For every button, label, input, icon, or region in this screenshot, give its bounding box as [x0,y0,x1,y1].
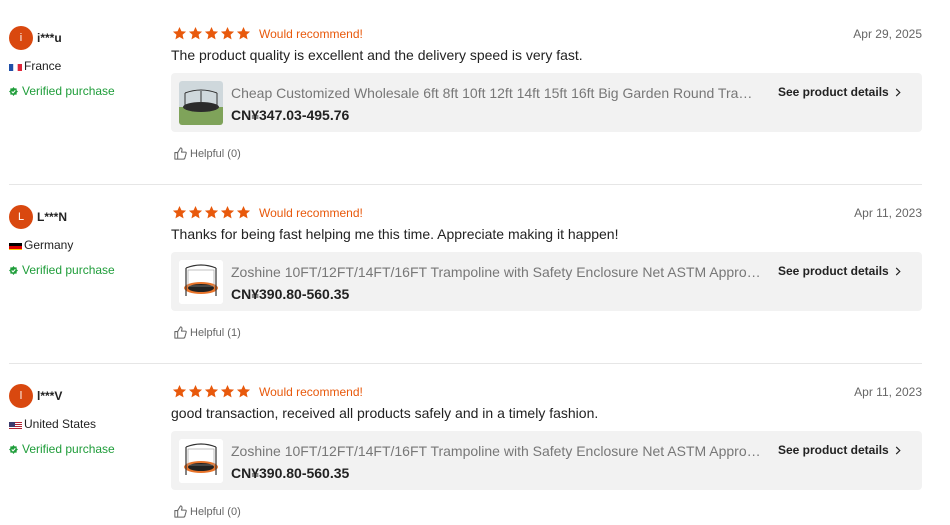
chevron-right-icon [895,87,901,97]
reviewer-name: L***N [37,210,68,224]
product-card[interactable]: Cheap Customized Wholesale 6ft 8ft 10ft … [171,73,922,132]
germany-flag-icon [9,241,22,250]
product-title[interactable]: Zoshine 10FT/12FT/14FT/16FT Trampoline w… [231,443,763,459]
see-product-details-button[interactable]: See product details [778,443,902,457]
review-text: Thanks for being fast helping me this ti… [171,226,619,242]
review-date: Apr 29, 2025 [853,27,922,41]
star-icon [204,384,219,398]
recommend-label: Would recommend! [259,27,363,41]
star-icon [188,205,203,219]
review-item: L L***N Germany Verified purchase Would … [0,184,950,363]
star-icon [188,384,203,398]
helpful-label: Helpful (0) [190,505,241,518]
country-label: France [24,59,62,73]
thumbs-up-icon [174,326,187,339]
see-details-label: See product details [778,443,889,457]
recommend-label: Would recommend! [259,206,363,220]
reviewer-country: Germany [9,238,73,252]
review-text: good transaction, received all products … [171,405,599,421]
avatar: l [9,384,33,408]
usa-flag-icon [9,420,22,429]
recommend-label: Would recommend! [259,385,363,399]
verified-label: Verified purchase [22,442,115,456]
reviewer-name: l***V [37,389,63,403]
product-thumbnail[interactable] [179,439,223,483]
verified-purchase: Verified purchase [9,442,115,456]
product-price: CN¥390.80-560.35 [231,286,350,302]
see-product-details-button[interactable]: See product details [778,264,902,278]
star-rating [172,26,252,41]
review-item: l l***V United States Verified purchase … [0,363,950,525]
avatar-letter: l [19,390,23,402]
star-icon [220,205,235,219]
verified-label: Verified purchase [22,84,115,98]
helpful-label: Helpful (1) [190,326,241,339]
thumbs-up-icon [174,505,187,518]
star-icon [204,205,219,219]
reviewer-country: France [9,59,61,73]
product-price: CN¥347.03-495.76 [231,107,350,123]
avatar-letter: i [19,32,23,44]
reviewer-country: United States [9,417,96,431]
review-date: Apr 11, 2023 [854,385,922,399]
verified-purchase: Verified purchase [9,263,115,277]
product-thumbnail[interactable] [179,81,223,125]
france-flag-icon [9,62,22,71]
verified-badge-icon [9,86,18,96]
star-icon [204,26,219,40]
star-icon [236,384,251,398]
see-details-label: See product details [778,264,889,278]
product-card[interactable]: Zoshine 10FT/12FT/14FT/16FT Trampoline w… [171,252,922,311]
helpful-button[interactable]: Helpful (0) [173,504,241,519]
product-title[interactable]: Cheap Customized Wholesale 6ft 8ft 10ft … [231,85,763,101]
star-icon [236,26,251,40]
chevron-right-icon [895,266,901,276]
chevron-right-icon [895,445,901,455]
product-card[interactable]: Zoshine 10FT/12FT/14FT/16FT Trampoline w… [171,431,922,490]
verified-badge-icon [9,265,18,275]
reviewer-name: i***u [37,31,62,45]
avatar: i [9,26,33,50]
star-icon [172,205,187,219]
helpful-button[interactable]: Helpful (1) [173,325,241,340]
star-icon [172,384,187,398]
avatar-letter: L [17,211,25,223]
helpful-button[interactable]: Helpful (0) [173,146,241,161]
star-icon [188,26,203,40]
product-thumbnail[interactable] [179,260,223,304]
star-icon [220,384,235,398]
verified-purchase: Verified purchase [9,84,115,98]
helpful-label: Helpful (0) [190,147,241,160]
see-details-label: See product details [778,85,889,99]
review-text: The product quality is excellent and the… [171,47,583,63]
star-rating [172,384,252,399]
thumbs-up-icon [174,147,187,160]
verified-label: Verified purchase [22,263,115,277]
avatar: L [9,205,33,229]
star-icon [236,205,251,219]
review-item: i i***u France Verified purchase Would r… [0,5,950,184]
star-icon [220,26,235,40]
product-title[interactable]: Zoshine 10FT/12FT/14FT/16FT Trampoline w… [231,264,763,280]
see-product-details-button[interactable]: See product details [778,85,902,99]
star-rating [172,205,252,220]
verified-badge-icon [9,444,18,454]
review-date: Apr 11, 2023 [854,206,922,220]
product-price: CN¥390.80-560.35 [231,465,350,481]
country-label: Germany [24,238,74,252]
country-label: United States [24,417,97,431]
star-icon [172,26,187,40]
